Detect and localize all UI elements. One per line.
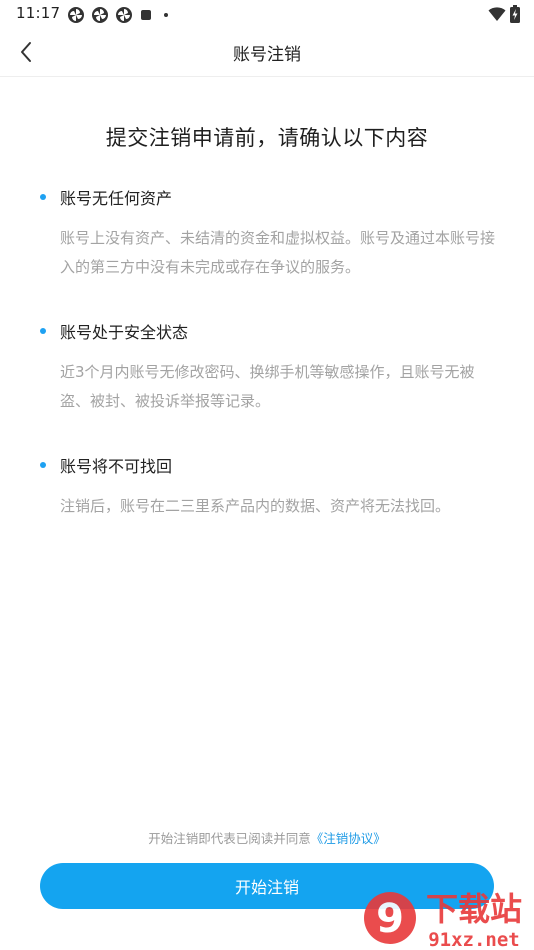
item-description: 近3个月内账号无修改密码、换绑手机等敏感操作，且账号无被盗、被封、被投诉举报等记… (60, 363, 475, 410)
square-notification-icon (141, 10, 151, 20)
item-description: 账号上没有资产、未结清的资金和虚拟权益。账号及通过本账号接入的第三方中没有未完成… (60, 229, 496, 276)
agreement-notice: 开始注销即代表已阅读并同意《注销协议》 (0, 828, 534, 847)
site-watermark: 9 下载站 91xz.net (364, 890, 522, 950)
status-time: 11:17 (16, 4, 61, 22)
bullet-dot (40, 462, 46, 468)
list-item: 账号无任何资产 账号上没有资产、未结清的资金和虚拟权益。账号及通过本账号接入的第… (40, 184, 500, 282)
agreement-text: 开始注销即代表已阅读并同意 (148, 831, 311, 846)
pinwheel-notification-icon (92, 7, 108, 23)
item-description: 注销后，账号在二三里系产品内的数据、资产将无法找回。 (60, 497, 451, 515)
item-title: 账号无任何资产 (60, 189, 173, 208)
agreement-link[interactable]: 《注销协议》 (311, 831, 386, 846)
list-item: 账号将不可找回 注销后，账号在二三里系产品内的数据、资产将无法找回。 (40, 452, 500, 521)
watermark-site: 91xz.net (428, 929, 520, 950)
bullet-dot (40, 328, 46, 334)
nav-bar: 账号注销 (0, 28, 534, 77)
system-icons (488, 5, 520, 23)
pinwheel-notification-icon (68, 7, 84, 23)
status-bar: 11:17 (0, 0, 534, 28)
watermark-logo-number: 9 (376, 896, 404, 942)
watermark-title: 下载站 (426, 890, 522, 928)
pinwheel-notification-icon (116, 7, 132, 23)
wifi-icon (488, 7, 506, 21)
item-title: 账号将不可找回 (60, 457, 173, 476)
item-title: 账号处于安全状态 (60, 323, 189, 342)
confirm-heading: 提交注销申请前，请确认以下内容 (105, 126, 429, 150)
notification-icons (67, 6, 173, 24)
requirement-list: 账号无任何资产 账号上没有资产、未结清的资金和虚拟权益。账号及通过本账号接入的第… (40, 184, 500, 557)
page-title: 账号注销 (233, 45, 301, 65)
list-item: 账号处于安全状态 近3个月内账号无修改密码、换绑手机等敏感操作，且账号无被盗、被… (40, 318, 500, 416)
battery-charging-icon (510, 5, 520, 23)
bullet-dot (40, 194, 46, 200)
dot-notification-icon (164, 13, 168, 17)
